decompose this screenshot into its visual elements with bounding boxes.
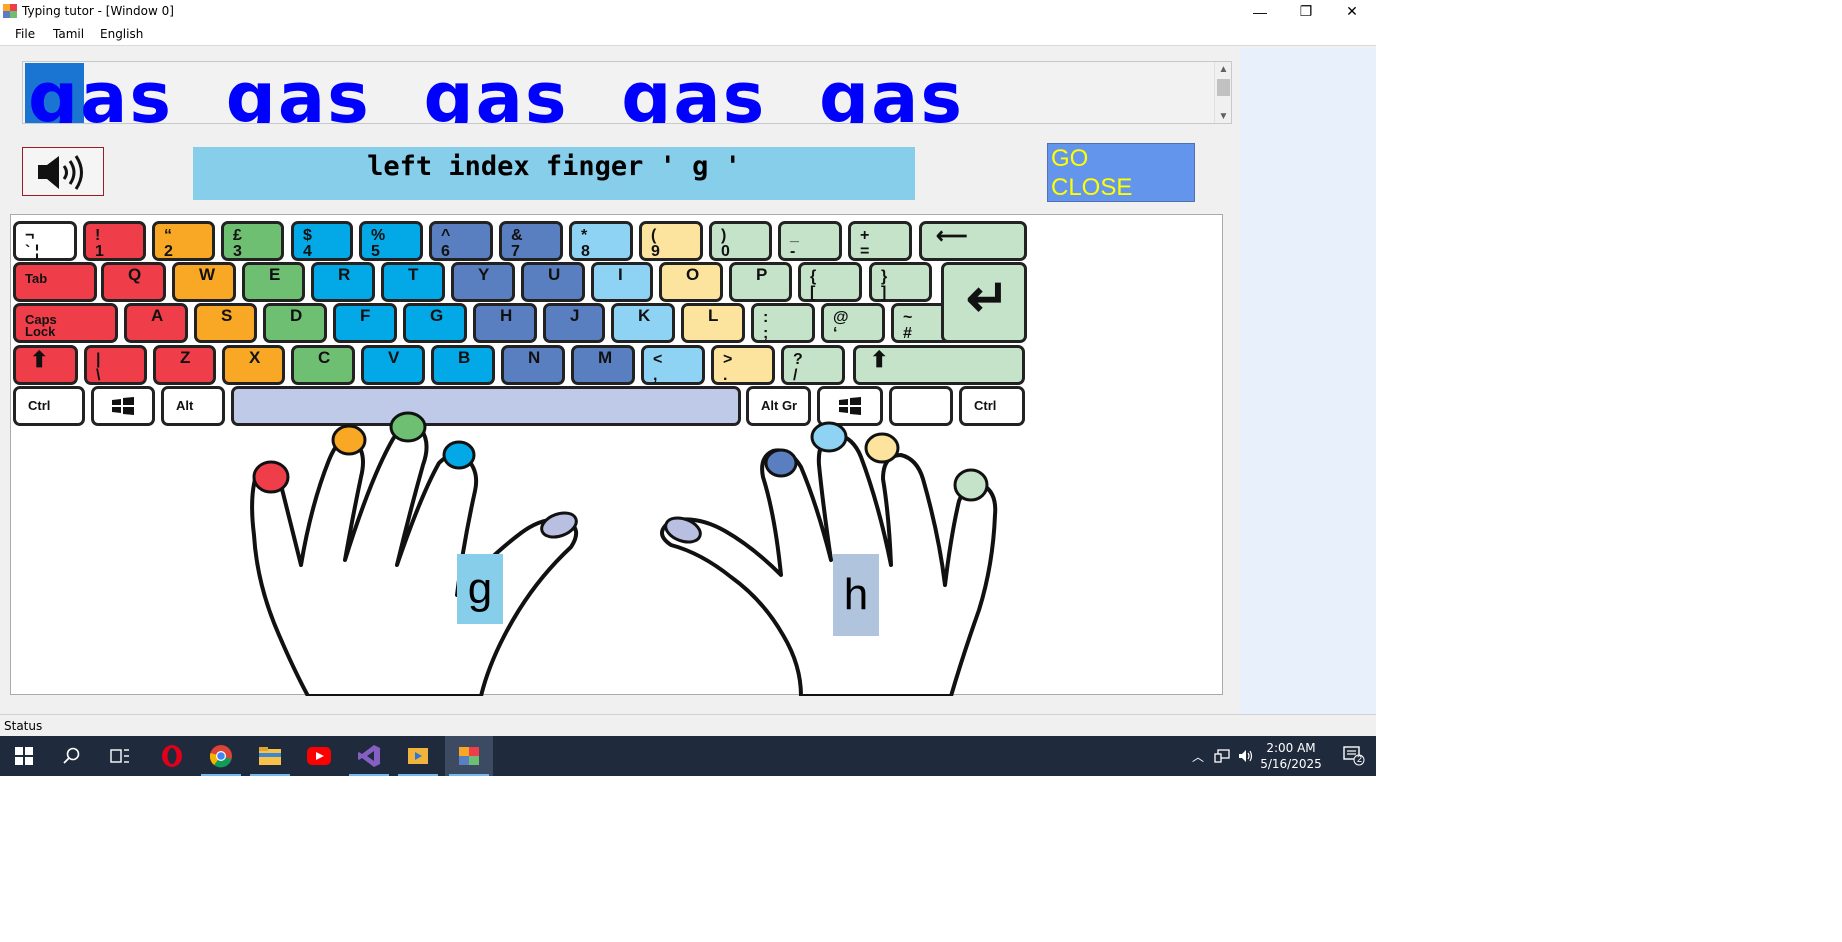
title-bar: Typing tutor - [Window 0] — ❐ ✕ [0, 0, 1376, 23]
go-label: GO [1051, 145, 1089, 172]
menu-english[interactable]: English [100, 27, 143, 41]
restore-button[interactable]: ❐ [1283, 0, 1329, 23]
visual-studio-icon[interactable] [345, 736, 393, 776]
network-icon[interactable] [1210, 736, 1234, 776]
taskbar: ︿ 2:00 AM 5/16/2025 2 [0, 736, 1376, 776]
go-close-button[interactable]: GO CLOSE [1047, 143, 1195, 202]
menu-file[interactable]: File [15, 27, 35, 41]
scroll-down-icon[interactable]: ▼ [1215, 109, 1231, 123]
vertical-scrollbar[interactable]: ▲ ▼ [1214, 62, 1231, 123]
file-explorer-icon[interactable] [246, 736, 294, 776]
sound-button[interactable] [22, 147, 104, 196]
menu-tamil[interactable]: Tamil [53, 27, 84, 41]
restore-icon: ❐ [1299, 3, 1313, 19]
task-view-icon[interactable] [96, 736, 144, 776]
taskbar-clock[interactable]: 2:00 AM 5/16/2025 [1250, 740, 1332, 772]
app-icon [3, 4, 17, 18]
status-bar: Status [0, 714, 1376, 736]
chrome-icon[interactable] [197, 736, 245, 776]
app-window: Typing tutor - [Window 0] — ❐ ✕ File Tam… [0, 0, 1376, 776]
menu-bar: File Tamil English [0, 23, 1376, 46]
media-player-icon[interactable] [394, 736, 442, 776]
scroll-thumb[interactable] [1217, 79, 1230, 96]
close-label: CLOSE [1051, 174, 1133, 201]
minimize-icon: — [1253, 3, 1267, 20]
status-text: Status [4, 719, 43, 733]
typing-tutor-icon[interactable] [445, 736, 493, 776]
clock-time: 2:00 AM [1266, 741, 1316, 755]
hands-illustration [250, 411, 998, 696]
chevron-up-icon[interactable]: ︿ [1186, 736, 1210, 776]
opera-icon[interactable] [148, 736, 196, 776]
start-icon[interactable] [0, 736, 48, 776]
main-panel: gas gas gas gas gas ▲ ▼ left index finge… [0, 48, 1240, 714]
right-finger-letter: h [833, 554, 879, 636]
practice-text: gas gas gas gas gas [28, 61, 965, 124]
notifications-icon[interactable]: 2 [1334, 736, 1374, 776]
youtube-icon[interactable] [295, 736, 343, 776]
notification-count: 2 [1357, 754, 1363, 764]
finger-hint-text: left index finger ' g ' [367, 151, 741, 182]
scroll-up-icon[interactable]: ▲ [1215, 62, 1231, 76]
client-area: gas gas gas gas gas ▲ ▼ left index finge… [0, 48, 1376, 714]
finger-hint-box: left index finger ' g ' [193, 147, 915, 200]
minimize-button[interactable]: — [1237, 0, 1283, 23]
close-icon: ✕ [1346, 3, 1358, 19]
practice-textbox[interactable]: gas gas gas gas gas ▲ ▼ [22, 61, 1232, 124]
keyboard-panel: ¬ ` ¦! 1 “2 £3 $4% 5 ^ 6 & 7 * 8(9) 0 _ - + = ⟵ Tab Q W E R T Y U I… [10, 214, 1223, 696]
left-finger-letter: g [457, 554, 503, 624]
search-icon[interactable] [48, 736, 96, 776]
clock-date: 5/16/2025 [1260, 757, 1322, 771]
close-button[interactable]: ✕ [1329, 0, 1375, 23]
window-title: Typing tutor - [Window 0] [22, 4, 174, 18]
speaker-icon [38, 155, 83, 190]
